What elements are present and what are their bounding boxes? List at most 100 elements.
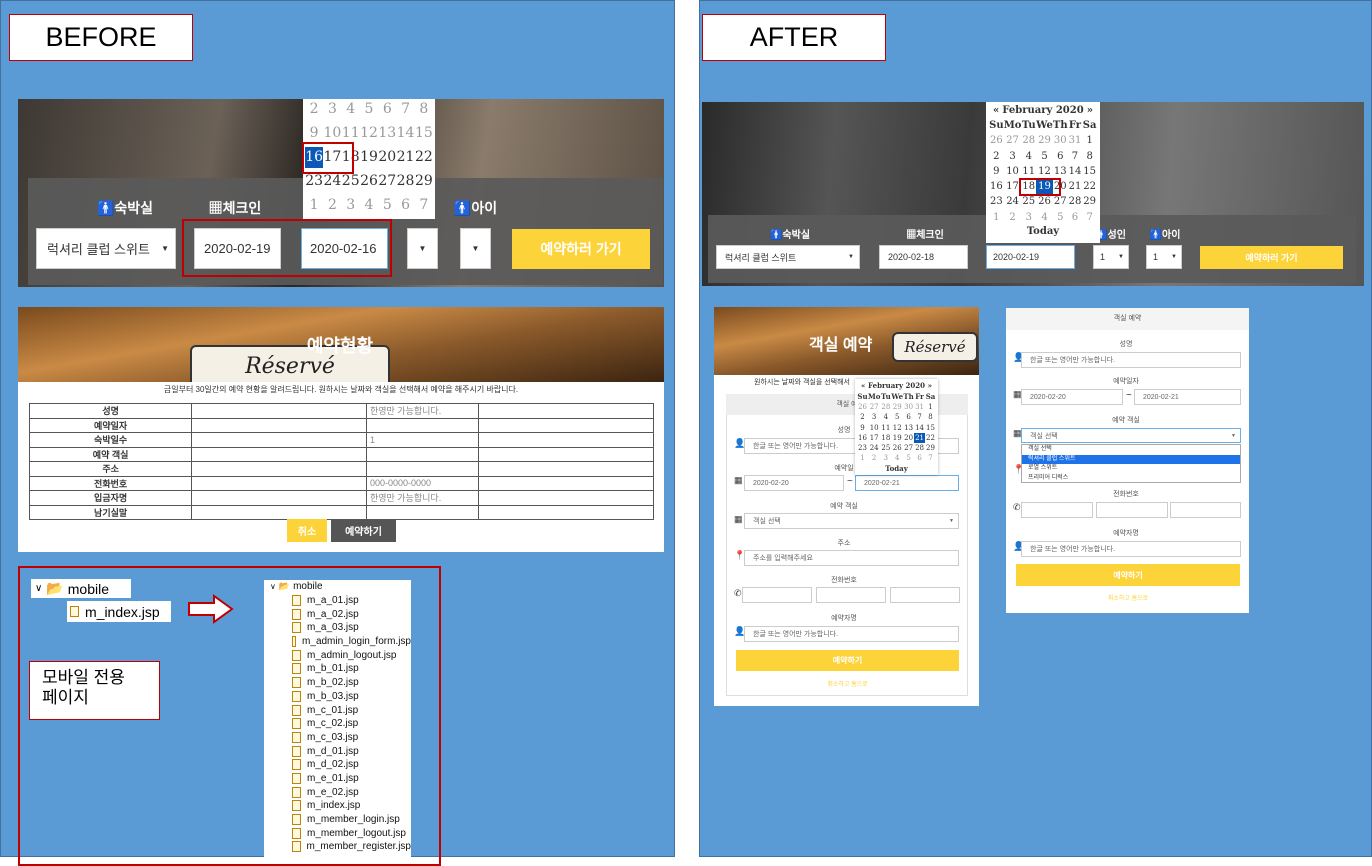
calendar-day[interactable]: 13 [903,423,914,433]
calendar-day[interactable]: 27 [868,402,880,412]
mobile1-date-to[interactable]: 2020-02-21 [855,475,959,491]
calendar-day[interactable]: 27 [903,443,914,453]
mobile1-phone-3[interactable] [890,587,960,603]
calendar-day[interactable]: 3 [1021,210,1036,225]
mobile2-date-to[interactable]: 2020-02-21 [1134,389,1241,405]
calendar-day[interactable]: 24 [323,171,342,192]
row-value[interactable] [365,461,480,477]
mobile1-cancel-link[interactable]: 취소하고 홈으로 [736,679,959,688]
calendar-day[interactable]: 4 [1036,210,1053,225]
row-value[interactable] [365,504,480,520]
calendar-day[interactable]: 7 [396,99,414,120]
calendar-day[interactable]: 12 [891,423,903,433]
calendar-day[interactable]: 22 [925,433,936,443]
calendar-day[interactable]: 31 [914,402,925,412]
calendar-day[interactable]: 4 [891,453,903,463]
after-book-button[interactable]: 예약하러 가기 [1200,246,1343,269]
before-book-button[interactable]: 예약하러 가기 [512,229,650,269]
mobile2-room-options[interactable]: 객실 선택 럭셔리 클럽 스위트 로열 스위트 프리미어 디럭스 [1021,444,1241,483]
calendar-day[interactable]: 5 [360,99,378,120]
calendar-day[interactable]: 3 [868,412,880,422]
calendar-day[interactable]: 10 [1004,164,1022,179]
calendar-day[interactable]: 27 [1053,194,1068,209]
calendar-day[interactable]: 29 [1082,194,1097,209]
calendar-prev-button[interactable]: « [861,381,865,390]
calendar-day[interactable]: 5 [378,195,396,216]
calendar-day[interactable]: 28 [396,171,415,192]
mobile2-date-from[interactable]: 2020-02-20 [1021,389,1123,405]
after-checkout-input[interactable]: 2020-02-19 [986,245,1075,269]
calendar-day[interactable]: 28 [1068,194,1083,209]
calendar-day[interactable]: 21 [1068,179,1083,194]
calendar-day[interactable]: 1 [305,195,323,216]
mobile2-cancel-link[interactable]: 취소하고 홈으로 [1016,593,1240,602]
calendar-day[interactable]: 8 [415,99,433,120]
calendar-day[interactable]: 25 [880,443,891,453]
calendar-day[interactable]: 30 [1053,133,1068,148]
calendar-day[interactable]: 13 [378,123,396,144]
calendar-day[interactable]: 11 [1021,164,1036,179]
mobile2-phone-3[interactable] [1170,502,1241,518]
file-item[interactable]: m_d_02.jsp [270,758,411,772]
room-option[interactable]: 프리미어 디럭스 [1022,474,1240,484]
mobile2-submit-button[interactable]: 예약하기 [1016,564,1240,586]
room-option[interactable]: 로열 스위트 [1022,464,1240,474]
calendar-day[interactable]: 26 [1036,194,1053,209]
calendar-day[interactable]: 21 [914,432,926,444]
file-item[interactable]: m_e_02.jsp [270,785,411,799]
calendar-day[interactable]: 20 [378,147,396,168]
calendar-day[interactable]: 4 [342,99,360,120]
calendar-day[interactable]: 1 [925,402,936,412]
calendar-day[interactable]: 6 [914,453,925,463]
calendar-day[interactable]: 1 [1082,133,1097,148]
calendar-day[interactable]: 6 [1053,149,1068,164]
file-item[interactable]: m_member_login.jsp [270,813,411,827]
calendar-day[interactable]: 3 [323,99,341,120]
calendar-day[interactable]: 4 [1021,149,1036,164]
file-item[interactable]: m_c_01.jsp [270,703,411,717]
mobile1-submit-button[interactable]: 예약하기 [736,650,959,671]
calendar-day[interactable]: 15 [415,123,433,144]
file-list-root[interactable]: ∨ 📂 mobile [270,580,411,594]
calendar-day[interactable]: 7 [914,412,925,422]
calendar-day[interactable]: 5 [1036,149,1053,164]
file-item[interactable]: m_a_02.jsp [270,607,411,621]
calendar-day[interactable]: 26 [360,171,378,192]
calendar-prev-button[interactable]: « [993,105,999,116]
calendar-day[interactable]: 19 [891,433,903,443]
file-item[interactable]: m_admin_logout.jsp [270,648,411,662]
mobile2-room-select[interactable]: 객실 선택 ▼ [1021,428,1241,443]
before-room-select[interactable]: 럭셔리 클럽 스위트 ▼ [36,228,176,269]
file-item[interactable]: m_c_03.jsp [270,731,411,745]
calendar-day[interactable]: 28 [1021,133,1036,148]
calendar-day[interactable]: 16 [989,179,1004,194]
calendar-day[interactable]: 25 [1021,194,1036,209]
calendar-day[interactable]: 22 [1082,179,1097,194]
calendar-day[interactable]: 29 [415,171,433,192]
calendar-day[interactable]: 2 [323,195,341,216]
calendar-today-button[interactable]: Today [857,464,936,473]
calendar-day[interactable]: 5 [1053,210,1068,225]
file-item[interactable]: m_member_logout.jsp [270,826,411,840]
file-item[interactable]: m_b_01.jsp [270,662,411,676]
mobile1-phone-2[interactable] [816,587,886,603]
calendar-day[interactable]: 14 [1068,164,1083,179]
calendar-day[interactable]: 4 [880,412,891,422]
after-calendar[interactable]: «February 2020» Su Mo Tu We Th Fr Sa 26 27 28 29 30 3… [986,102,1100,243]
file-item[interactable]: m_e_01.jsp [270,772,411,786]
calendar-day[interactable]: 10 [868,423,880,433]
room-option[interactable]: 럭셔리 클럽 스위트 [1022,454,1240,464]
calendar-day[interactable]: 7 [1068,149,1083,164]
calendar-today-button[interactable]: Today [989,226,1097,237]
file-item[interactable]: m_index.jsp [270,799,411,813]
mobile2-name-input[interactable]: 한글 또는 영어만 가능합니다. [1021,352,1241,368]
calendar-day[interactable]: 9 [989,164,1004,179]
room-option[interactable]: 객실 선택 [1022,445,1240,455]
calendar-day[interactable]: 22 [415,147,433,168]
mobile1-addr-input[interactable]: 주소를 입력해주세요 [744,550,959,566]
calendar-day[interactable]: 1 [857,453,868,463]
calendar-day[interactable]: 19 [360,147,378,168]
row-value[interactable] [365,417,480,433]
calendar-day[interactable]: 6 [1068,210,1083,225]
calendar-day[interactable]: 10 [323,123,342,144]
